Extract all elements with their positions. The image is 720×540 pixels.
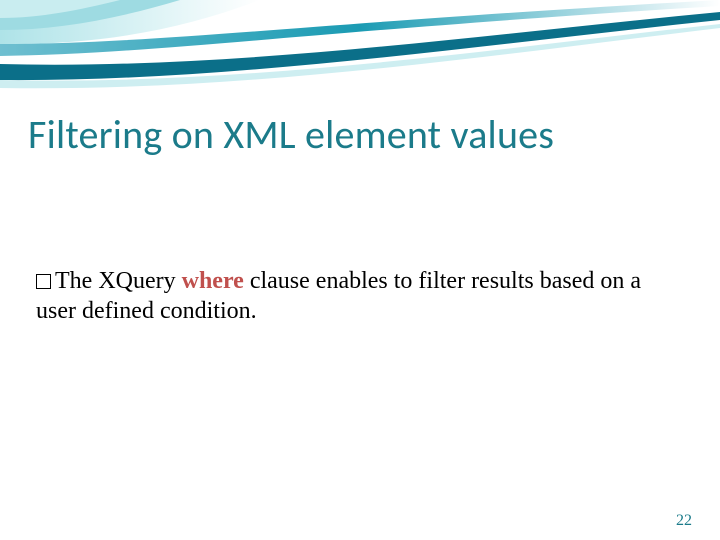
slide: Filtering on XML element values The XQue… [0,0,720,540]
bullet-paragraph: The XQuery where clause enables to filte… [36,266,670,326]
page-number: 22 [676,512,692,530]
bullet-marker-icon [36,274,51,289]
bullet-text-pre: The XQuery [55,268,182,294]
keyword-where: where [182,268,244,294]
header-swoosh-decoration [0,0,720,120]
slide-title: Filtering on XML element values [28,110,692,159]
